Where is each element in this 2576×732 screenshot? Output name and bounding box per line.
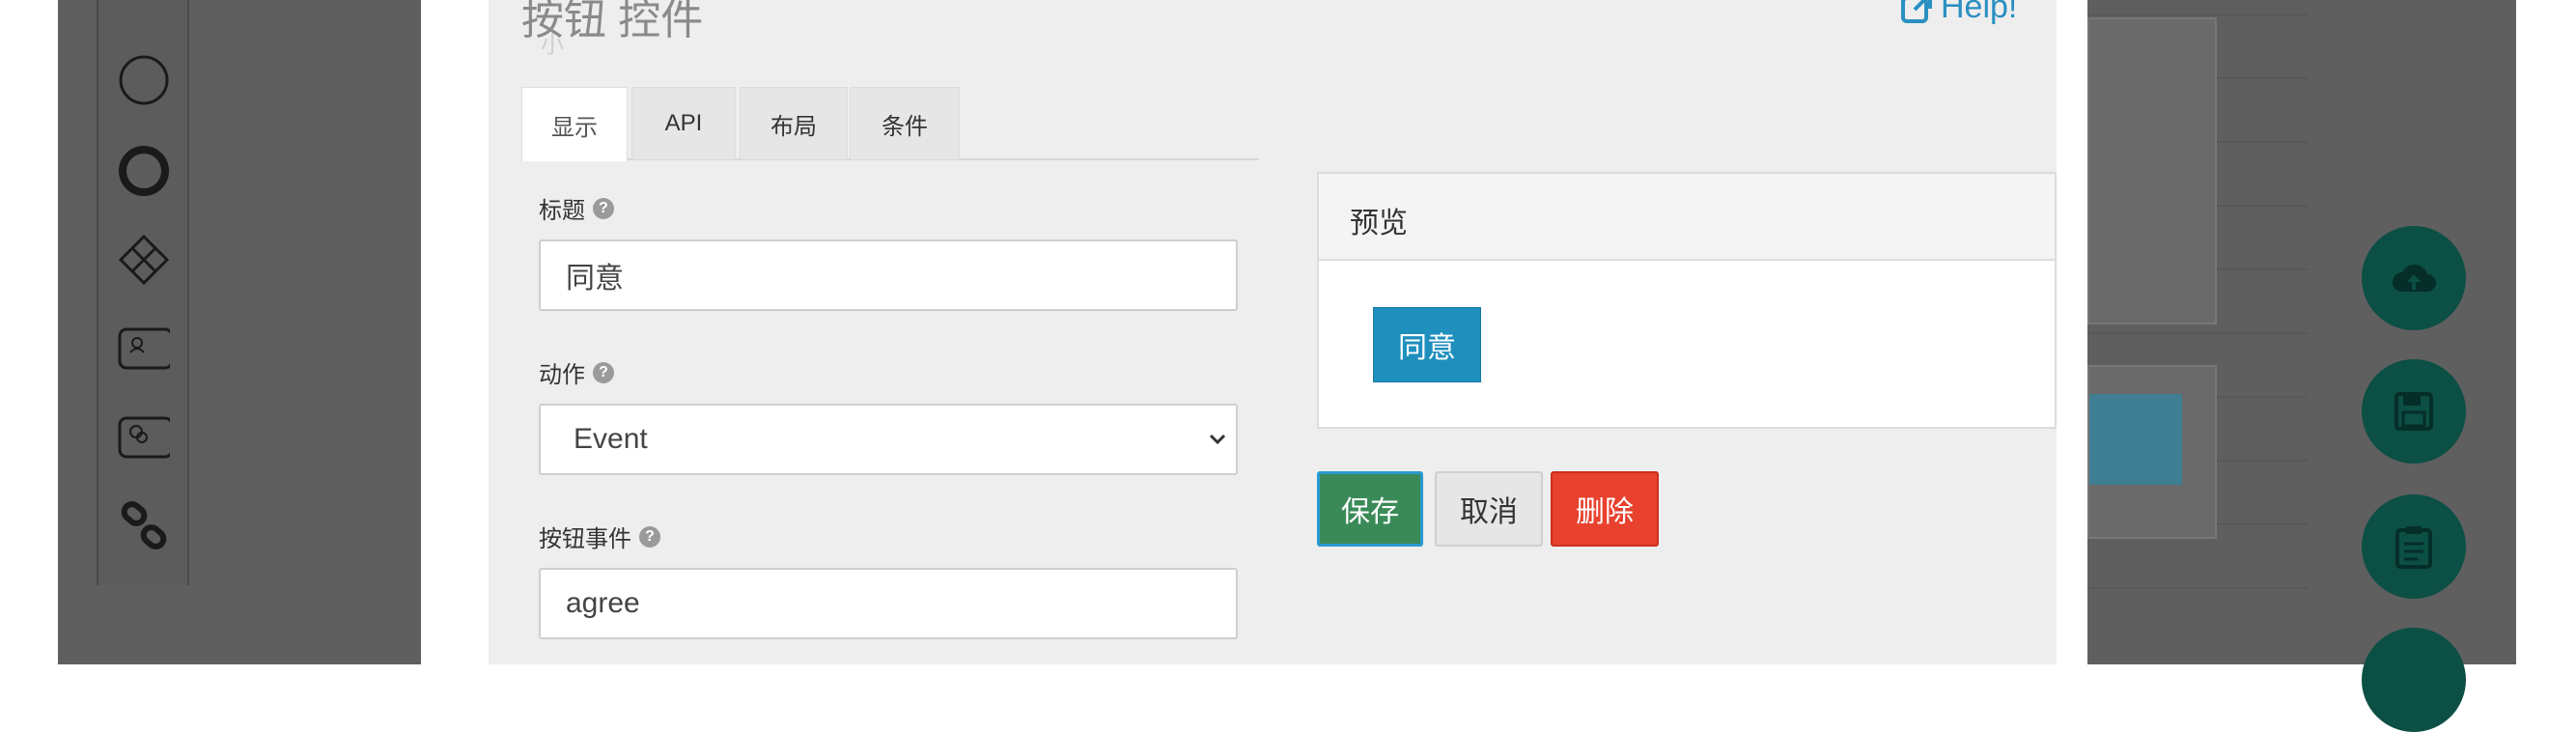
start-event-icon[interactable] xyxy=(118,54,170,106)
tab-bar: 显示 API 布局 条件 xyxy=(521,87,1259,161)
service-task-icon[interactable] xyxy=(118,411,170,464)
preview-header: 预览 xyxy=(1319,174,2055,261)
action-select[interactable]: Event xyxy=(539,404,1238,475)
tab-layout[interactable]: 布局 xyxy=(740,87,848,159)
delete-button[interactable]: 删除 xyxy=(1551,471,1659,547)
user-task-icon[interactable] xyxy=(118,323,170,375)
question-circle-icon[interactable]: ? xyxy=(593,361,614,383)
more-fab[interactable] xyxy=(2362,628,2466,732)
upload-fab[interactable] xyxy=(2362,226,2466,330)
title-input[interactable]: 同意 xyxy=(539,239,1238,311)
help-link[interactable]: Help! xyxy=(1900,0,2017,26)
question-circle-icon[interactable]: ? xyxy=(593,197,614,219)
title-label-text: 标题 xyxy=(539,198,585,224)
event-label-text: 按钮事件 xyxy=(539,526,631,552)
link-icon[interactable] xyxy=(118,500,170,552)
end-event-icon[interactable] xyxy=(118,145,170,197)
tab-display[interactable]: 显示 xyxy=(521,87,628,161)
clipboard-fab[interactable] xyxy=(2362,494,2466,599)
modal-title: 按钮 控件 xyxy=(521,0,704,43)
event-field-label: 按钮事件 ? xyxy=(539,520,660,553)
save-fab[interactable] xyxy=(2362,359,2466,464)
action-select-value: Event xyxy=(574,423,648,455)
question-circle-icon[interactable]: ? xyxy=(639,525,660,548)
tab-api[interactable]: API xyxy=(631,87,736,159)
action-label-text: 动作 xyxy=(539,362,585,388)
cancel-button[interactable]: 取消 xyxy=(1435,471,1543,547)
toolbox-panel xyxy=(97,0,189,585)
help-label[interactable]: Help! xyxy=(1941,0,2017,26)
external-link-icon xyxy=(1901,0,1932,23)
preview-panel: 预览 同意 xyxy=(1317,172,2057,429)
action-field-label: 动作 ? xyxy=(539,355,614,389)
save-icon xyxy=(2394,392,2433,431)
bg-side-panel xyxy=(2087,17,2217,324)
cloud-upload-icon xyxy=(2393,265,2436,292)
bg-side-panel xyxy=(2087,365,2217,539)
bg-side-button xyxy=(2089,394,2182,485)
event-input[interactable]: agree xyxy=(539,568,1238,639)
preview-heading: 预览 xyxy=(1350,208,1408,239)
preview-agree-button[interactable]: 同意 xyxy=(1373,307,1481,382)
chevron-down-icon xyxy=(1209,434,1226,445)
tab-conditions[interactable]: 条件 xyxy=(850,87,960,159)
gateway-icon[interactable] xyxy=(118,234,170,286)
clipboard-icon xyxy=(2395,526,2432,569)
save-button[interactable]: 保存 xyxy=(1317,471,1423,547)
title-field-label: 标题 ? xyxy=(539,191,614,225)
